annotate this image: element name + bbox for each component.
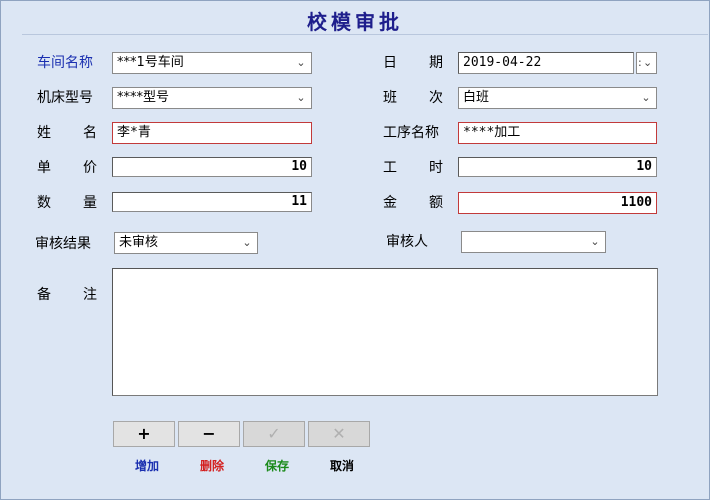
check-icon: ✓ xyxy=(267,424,281,443)
date-input[interactable]: 2019-04-22 xyxy=(458,52,634,74)
plus-icon: + xyxy=(137,424,151,443)
review-result-value: 未审核 xyxy=(119,235,159,250)
chevron-down-icon: ⌄ xyxy=(296,91,306,104)
cancel-button[interactable]: ✕ xyxy=(308,421,370,447)
minus-icon: − xyxy=(202,424,216,443)
process-label: 工序名称 xyxy=(383,125,439,141)
shift-select[interactable]: 白班 ⌄ xyxy=(458,87,657,109)
save-button[interactable]: ✓ xyxy=(243,421,305,447)
amount-input[interactable]: 1100 xyxy=(458,192,657,214)
review-result-label: 审核结果 xyxy=(35,236,91,252)
workshop-value: ***1号车间 xyxy=(117,55,184,70)
unit-price-label: 单 价 xyxy=(37,160,97,176)
quantity-input[interactable]: 11 xyxy=(112,192,312,212)
title-divider xyxy=(22,34,708,35)
close-icon: ✕ xyxy=(332,424,346,443)
delete-caption: 删除 xyxy=(199,459,224,473)
page-title: 校模审批 xyxy=(307,10,403,34)
chevron-down-icon: ⌄ xyxy=(641,91,651,104)
name-label: 姓 名 xyxy=(37,125,97,141)
date-label: 日 期 xyxy=(383,55,443,71)
delete-button[interactable]: − xyxy=(178,421,240,447)
workshop-select[interactable]: ***1号车间 ⌄ xyxy=(112,52,312,74)
hours-input[interactable]: 10 xyxy=(458,157,657,177)
unit-price-input[interactable]: 10 xyxy=(112,157,312,177)
remark-label: 备 注 xyxy=(37,287,97,303)
amount-label: 金 额 xyxy=(383,195,443,211)
spin-icon: : xyxy=(638,56,642,69)
reviewer-select[interactable]: ⌄ xyxy=(461,231,606,253)
remark-textarea[interactable] xyxy=(112,268,658,396)
reviewer-label: 审核人 xyxy=(386,234,428,250)
machine-value: ****型号 xyxy=(117,90,170,105)
chevron-down-icon: ⌄ xyxy=(296,56,306,69)
workshop-label: 车间名称 xyxy=(37,55,93,71)
quantity-label: 数 量 xyxy=(37,195,97,211)
shift-label: 班 次 xyxy=(383,90,443,106)
machine-label: 机床型号 xyxy=(37,90,93,106)
add-button[interactable]: + xyxy=(113,421,175,447)
add-caption: 增加 xyxy=(134,459,159,473)
name-input[interactable]: 李*青 xyxy=(112,122,312,144)
review-result-select[interactable]: 未审核 ⌄ xyxy=(114,232,258,254)
chevron-down-icon: ⌄ xyxy=(590,235,600,248)
chevron-down-icon: ⌄ xyxy=(242,236,252,249)
chevron-down-icon: ⌄ xyxy=(643,56,653,69)
date-picker-button[interactable]: : ⌄ xyxy=(636,52,657,74)
machine-select[interactable]: ****型号 ⌄ xyxy=(112,87,312,109)
save-caption: 保存 xyxy=(264,459,289,473)
hours-label: 工 时 xyxy=(383,160,443,176)
cancel-caption: 取消 xyxy=(329,459,354,473)
shift-value: 白班 xyxy=(463,90,490,105)
process-input[interactable]: ****加工 xyxy=(458,122,657,144)
